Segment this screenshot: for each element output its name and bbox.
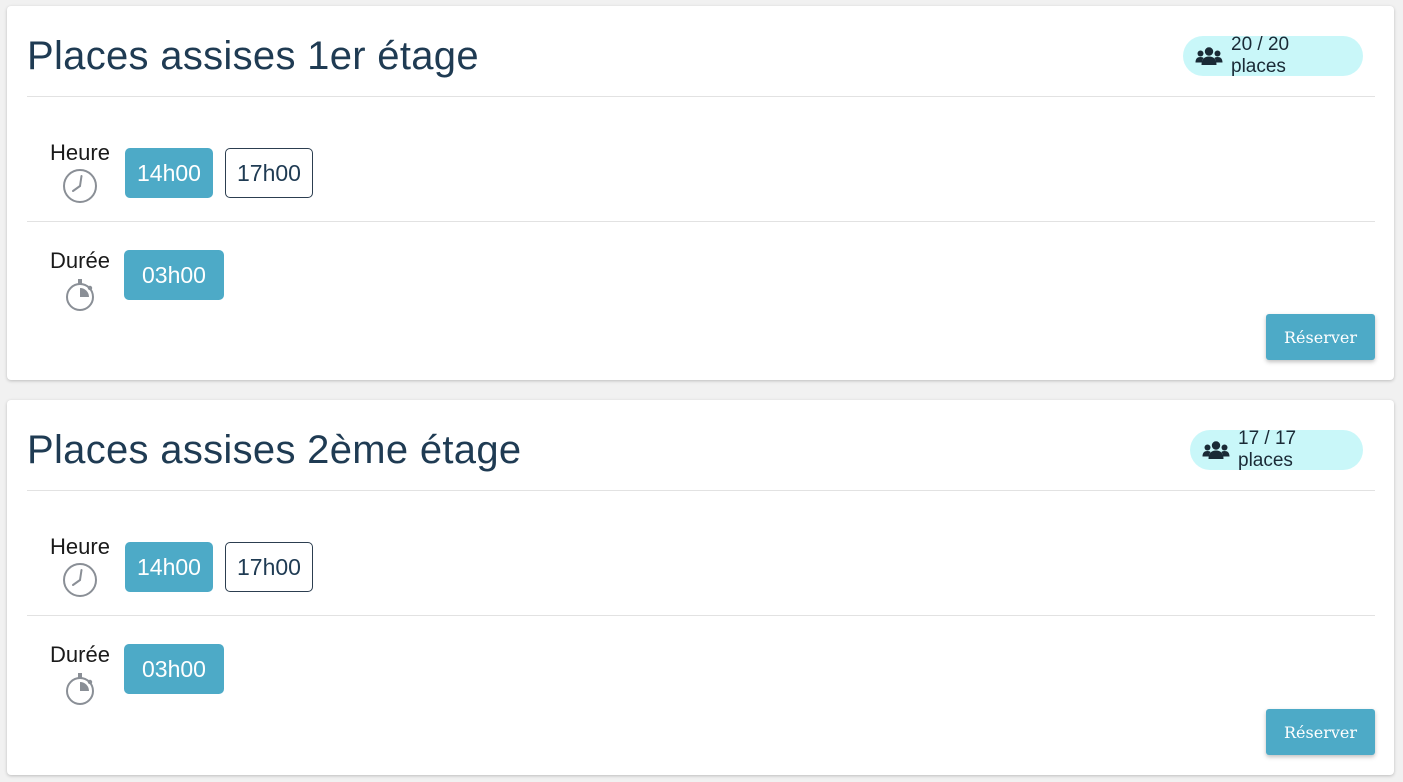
duree-label: Durée — [50, 642, 110, 667]
reserve-button[interactable]: Réserver — [1266, 314, 1375, 360]
booking-card-1st-floor: Places assises 1er étage 20 / 20 places … — [7, 6, 1394, 380]
time-option-17h00[interactable]: 17h00 — [225, 148, 313, 198]
time-option-14h00[interactable]: 14h00 — [125, 542, 213, 592]
booking-card-2nd-floor: Places assises 2ème étage 17 / 17 places… — [7, 400, 1394, 775]
time-option-17h00[interactable]: 17h00 — [225, 542, 313, 592]
duree-label-group: Durée — [45, 248, 115, 312]
duree-label: Durée — [50, 248, 110, 273]
capacity-text: 17 / 17 places — [1238, 428, 1297, 471]
stopwatch-icon — [62, 276, 98, 312]
card-title: Places assises 1er étage — [27, 34, 479, 78]
time-option-14h00[interactable]: 14h00 — [125, 148, 213, 198]
reserve-button[interactable]: Réserver — [1266, 709, 1375, 755]
duration-option-03h00[interactable]: 03h00 — [124, 250, 224, 300]
capacity-badge: 17 / 17 places — [1190, 428, 1363, 471]
heure-label: Heure — [50, 140, 110, 165]
users-icon — [1202, 440, 1230, 460]
heure-label-group: Heure — [45, 534, 115, 598]
card-title: Places assises 2ème étage — [27, 428, 522, 472]
clock-icon — [62, 168, 98, 204]
users-icon — [1195, 46, 1223, 66]
stopwatch-icon — [62, 670, 98, 706]
divider — [27, 96, 1375, 97]
clock-icon — [62, 562, 98, 598]
capacity-text: 20 / 20 places — [1231, 34, 1290, 77]
capacity-badge: 20 / 20 places — [1183, 34, 1363, 77]
divider — [27, 615, 1375, 616]
duree-label-group: Durée — [45, 642, 115, 706]
divider — [27, 490, 1375, 491]
duration-option-03h00[interactable]: 03h00 — [124, 644, 224, 694]
heure-label: Heure — [50, 534, 110, 559]
heure-label-group: Heure — [45, 140, 115, 204]
divider — [27, 221, 1375, 222]
